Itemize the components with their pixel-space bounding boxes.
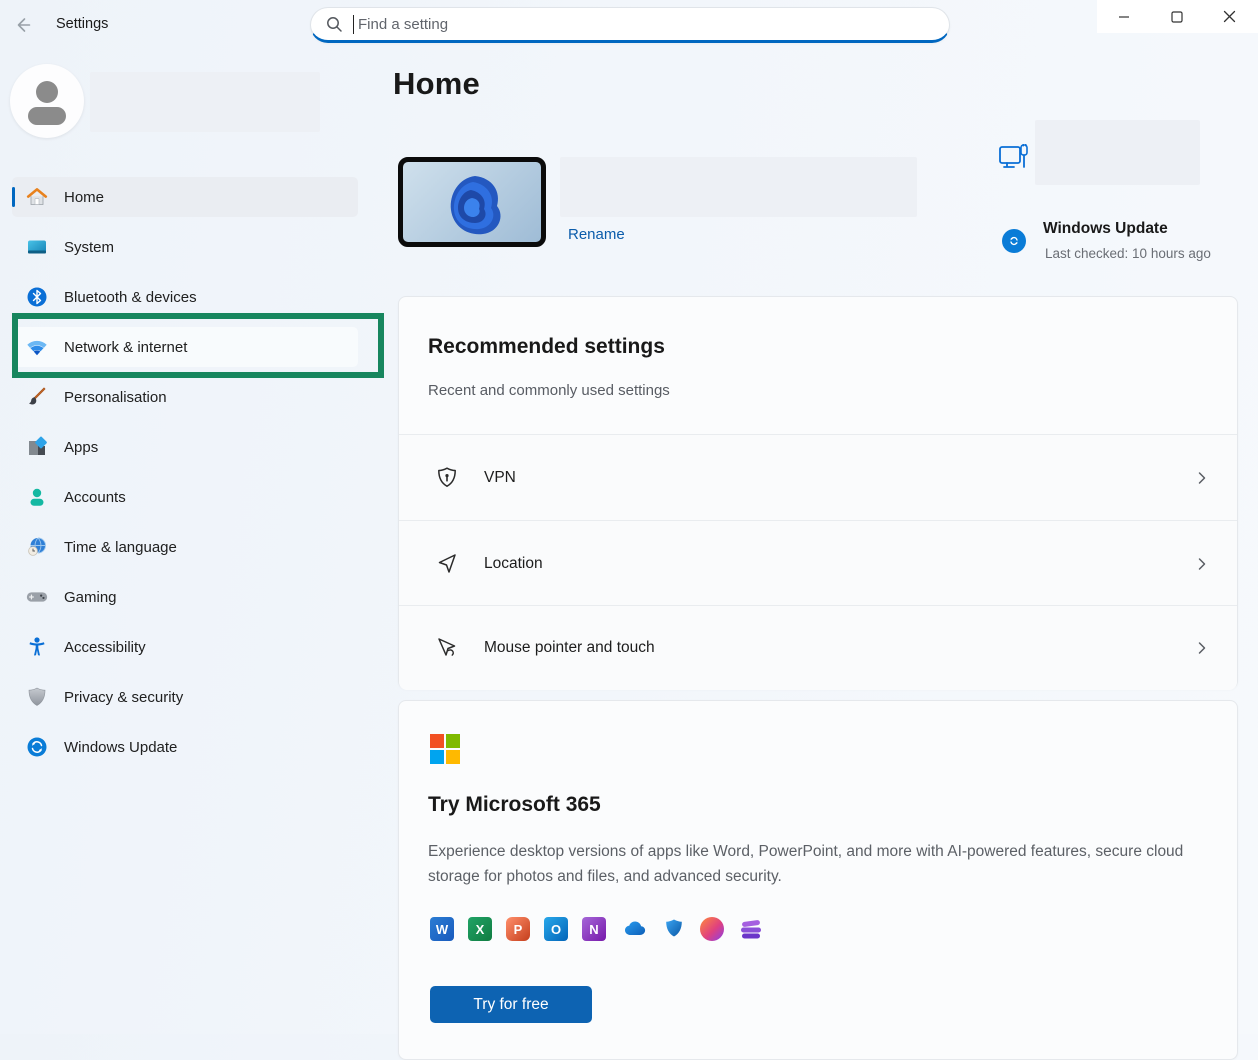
search-icon [326, 16, 343, 33]
powerpoint-icon: P [506, 917, 530, 941]
setting-row-vpn[interactable]: VPN [399, 434, 1237, 520]
setting-row-label: Mouse pointer and touch [484, 639, 1171, 657]
user-avatar[interactable] [10, 64, 84, 138]
network-name-placeholder [1035, 120, 1200, 185]
onenote-icon: N [582, 917, 606, 941]
sidebar-item-label: Accessibility [64, 639, 146, 656]
setting-row-mouse-pointer[interactable]: Mouse pointer and touch [399, 605, 1237, 690]
outlook-icon: O [544, 917, 568, 941]
windows-update-icon [25, 735, 49, 759]
sidebar-item-network[interactable]: Network & internet [12, 327, 358, 367]
recommended-settings-card: Recommended settings Recent and commonly… [398, 296, 1238, 689]
sidebar-item-gaming[interactable]: Gaming [12, 577, 358, 617]
m365-app-icons: W X P O N [430, 917, 764, 941]
apps-icon [25, 435, 49, 459]
account-person-icon [25, 485, 49, 509]
page-title: Home [393, 66, 480, 102]
sidebar-item-label: Accounts [64, 489, 126, 506]
chevron-right-icon [1195, 557, 1209, 571]
windows-update-status-icon [1002, 229, 1026, 253]
minimize-button[interactable] [1097, 0, 1150, 33]
back-button[interactable] [10, 13, 34, 37]
designer-icon [700, 917, 724, 941]
wifi-icon [25, 335, 49, 359]
search-box[interactable] [310, 7, 950, 43]
close-button[interactable] [1203, 0, 1256, 33]
sidebar-item-label: Bluetooth & devices [64, 289, 197, 306]
try-for-free-button[interactable]: Try for free [430, 986, 592, 1023]
chevron-right-icon [1195, 641, 1209, 655]
maximize-button[interactable] [1150, 0, 1203, 33]
minimize-icon [1118, 11, 1130, 23]
sidebar-item-label: Gaming [64, 589, 117, 606]
sidebar-item-label: Personalisation [64, 389, 167, 406]
setting-row-location[interactable]: Location [399, 520, 1237, 606]
sidebar-item-time-language[interactable]: Time & language [12, 527, 358, 567]
windows-update-last-checked: Last checked: 10 hours ago [1045, 246, 1211, 261]
shield-icon [25, 685, 49, 709]
close-icon [1223, 10, 1236, 23]
sidebar-item-label: Home [64, 189, 104, 206]
location-arrow-icon [434, 551, 460, 577]
system-icon [25, 235, 49, 259]
m365-title: Try Microsoft 365 [428, 793, 601, 817]
recommended-settings-title: Recommended settings [428, 335, 665, 359]
maximize-icon [1171, 11, 1183, 23]
m365-description: Experience desktop versions of apps like… [428, 839, 1190, 889]
device-thumbnail [398, 157, 546, 247]
globe-clock-icon [25, 535, 49, 559]
sidebar-item-personalisation[interactable]: Personalisation [12, 377, 358, 417]
sidebar-item-privacy[interactable]: Privacy & security [12, 677, 358, 717]
window-controls [1097, 0, 1258, 33]
onedrive-icon [620, 917, 648, 941]
back-arrow-icon [12, 15, 32, 35]
sidebar-item-home[interactable]: Home [12, 177, 358, 217]
excel-icon: X [468, 917, 492, 941]
sidebar-item-bluetooth[interactable]: Bluetooth & devices [12, 277, 358, 317]
clipchamp-icon [738, 917, 764, 941]
user-name-placeholder [90, 72, 320, 132]
recommended-settings-subtitle: Recent and commonly used settings [428, 382, 670, 399]
device-name-placeholder [560, 157, 917, 217]
sidebar-item-label: Windows Update [64, 739, 177, 756]
sidebar-item-accounts[interactable]: Accounts [12, 477, 358, 517]
connected-device-icon [998, 143, 1030, 177]
gamepad-icon [25, 585, 49, 609]
setting-row-label: VPN [484, 469, 1171, 487]
sidebar-item-system[interactable]: System [12, 227, 358, 267]
windows-update-status-title[interactable]: Windows Update [1043, 220, 1168, 238]
rename-link[interactable]: Rename [568, 226, 625, 243]
paintbrush-icon [25, 385, 49, 409]
word-icon: W [430, 917, 454, 941]
person-silhouette-icon [10, 64, 84, 138]
app-title: Settings [56, 16, 108, 32]
sidebar-item-accessibility[interactable]: Accessibility [12, 627, 358, 667]
search-input[interactable] [354, 16, 949, 33]
windows-bloom-wallpaper [403, 162, 541, 242]
sidebar-item-label: Network & internet [64, 339, 187, 356]
sidebar-item-label: Privacy & security [64, 689, 183, 706]
sidebar-item-label: Time & language [64, 539, 177, 556]
defender-icon [662, 917, 686, 941]
vpn-shield-icon [434, 465, 460, 491]
microsoft-logo-icon [430, 734, 1206, 764]
accessibility-person-icon [25, 635, 49, 659]
setting-row-label: Location [484, 555, 1171, 573]
mouse-pointer-icon [434, 635, 460, 661]
bluetooth-icon [25, 285, 49, 309]
home-icon [25, 185, 49, 209]
sidebar-item-label: System [64, 239, 114, 256]
chevron-right-icon [1195, 471, 1209, 485]
sidebar-item-windows-update[interactable]: Windows Update [12, 727, 358, 767]
sidebar-item-apps[interactable]: Apps [12, 427, 358, 467]
microsoft-365-card: Try Microsoft 365 Experience desktop ver… [398, 700, 1238, 1060]
sidebar-item-label: Apps [64, 439, 98, 456]
